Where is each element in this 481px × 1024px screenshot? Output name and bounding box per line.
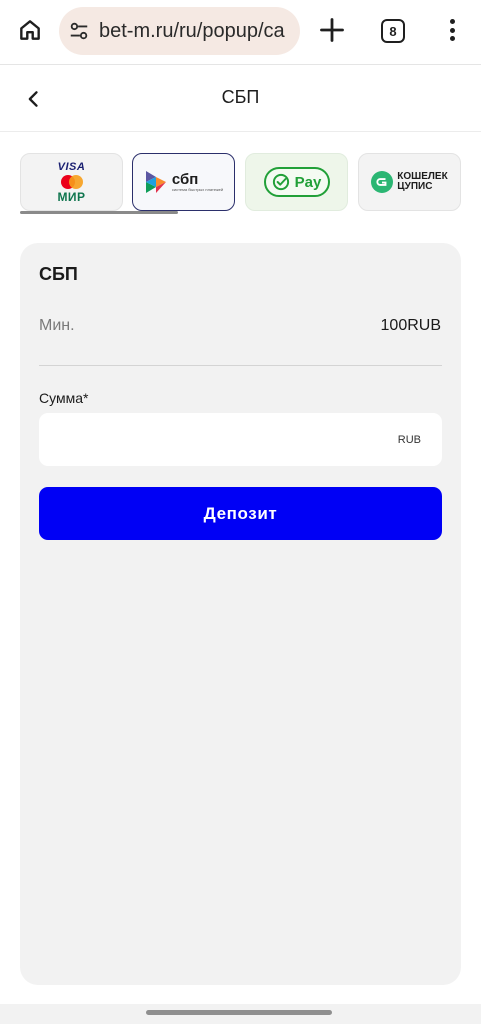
method-sberpay[interactable]: Pay (245, 153, 348, 211)
deposit-button[interactable]: Депозит (39, 487, 442, 540)
wallet-icon (371, 171, 394, 193)
amount-input[interactable] (39, 413, 398, 466)
plus-icon[interactable] (318, 16, 346, 44)
more-vert-icon[interactable] (440, 16, 464, 44)
home-indicator[interactable] (146, 1010, 332, 1015)
tune-icon[interactable] (68, 20, 90, 42)
browser-toolbar: bet-m.ru/ru/popup/ca 8 (0, 0, 481, 64)
min-label: Мин. (39, 317, 75, 334)
sbp-logo: сбп система быстрых платежей (144, 169, 223, 195)
amount-label: Сумма* (39, 390, 89, 406)
mir-text: МИР (57, 189, 86, 204)
deposit-card: СБП Мин. 100RUB Сумма* RUB Депозит (20, 243, 461, 985)
sber-check-icon (272, 173, 289, 191)
payment-methods: VISA МИР сбп система быстрых платежей Pa… (20, 153, 481, 213)
wallet-logo: КОШЕЛЕК ЦУПИС (371, 171, 448, 193)
menu-dot (449, 27, 455, 33)
pay-label: Pay (294, 173, 322, 191)
method-wallet[interactable]: КОШЕЛЕК ЦУПИС (358, 153, 461, 211)
tabs-scroll-indicator (20, 211, 178, 214)
min-value: 100RUB (380, 317, 441, 334)
menu-dot (449, 19, 455, 24)
divider (39, 365, 442, 366)
page-title: СБП (221, 87, 260, 107)
tab-switcher-button[interactable]: 8 (381, 19, 405, 43)
page-header: СБП (0, 65, 481, 132)
address-bar[interactable]: bet-m.ru/ru/popup/ca (59, 7, 300, 55)
amount-currency: RUB (397, 433, 421, 446)
method-cards[interactable]: VISA МИР (20, 153, 123, 211)
sbp-subtitle: система быстрых платежей (171, 187, 224, 192)
mastercard-icon (59, 174, 85, 189)
method-sbp[interactable]: сбп система быстрых платежей (132, 153, 235, 211)
sbp-title: сбп (171, 171, 199, 188)
home-button[interactable] (14, 14, 46, 46)
url-text[interactable]: bet-m.ru/ru/popup/ca (99, 20, 285, 43)
sbp-icon (145, 171, 166, 193)
wallet-line-2: ЦУПИС (397, 181, 433, 192)
amount-field[interactable]: RUB (39, 413, 442, 466)
tab-count: 8 (389, 23, 397, 39)
card-title: СБП (39, 264, 78, 284)
cards-logo: VISA МИР (57, 160, 86, 204)
home-icon (20, 20, 40, 40)
menu-dot (449, 36, 455, 41)
visa-text: VISA (57, 160, 86, 173)
sberpay-logo: Pay (263, 167, 330, 197)
